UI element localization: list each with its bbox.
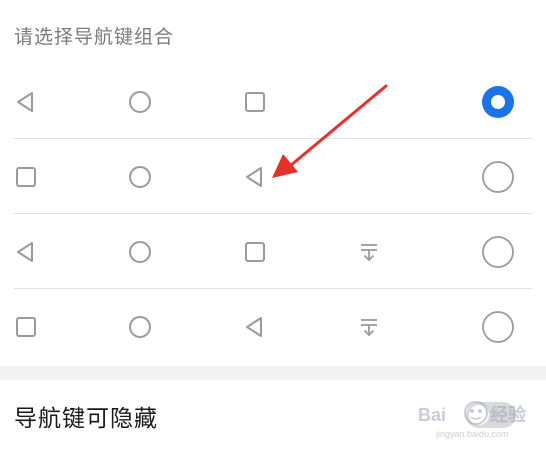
section-title: 请选择导航键组合 (14, 26, 175, 48)
home-circle-icon (126, 313, 154, 341)
notification-pulldown-icon (355, 313, 383, 341)
svg-text:jingyan.baidu.com: jingyan.baidu.com (435, 429, 509, 439)
hide-nav-label: 导航键可隐藏 (14, 406, 158, 432)
recent-square-icon (241, 88, 269, 116)
combo-radio[interactable] (481, 160, 515, 194)
back-triangle-icon (241, 163, 269, 191)
home-circle-icon (126, 88, 154, 116)
row-divider (14, 138, 532, 139)
combo-row-4[interactable] (14, 290, 532, 364)
combo-radio-selected[interactable] (481, 85, 515, 119)
notification-pulldown-icon (355, 238, 383, 266)
section-separator (0, 366, 546, 380)
row-divider (14, 288, 532, 289)
back-triangle-icon (12, 88, 40, 116)
recent-square-icon (12, 163, 40, 191)
svg-text:Bai: Bai (418, 405, 446, 425)
row-divider (14, 213, 532, 214)
combo-radio[interactable] (481, 310, 515, 344)
back-triangle-icon (12, 238, 40, 266)
home-circle-icon (126, 163, 154, 191)
recent-square-icon (12, 313, 40, 341)
home-circle-icon (126, 238, 154, 266)
baidu-watermark: Bai 经验 jingyan.baidu.com (414, 397, 538, 441)
combo-row-1[interactable] (14, 65, 532, 139)
combo-row-3[interactable] (14, 215, 532, 289)
svg-text:经验: 经验 (490, 404, 527, 425)
back-triangle-icon (241, 313, 269, 341)
combo-radio[interactable] (481, 235, 515, 269)
combo-row-2[interactable] (14, 140, 532, 214)
recent-square-icon (241, 238, 269, 266)
